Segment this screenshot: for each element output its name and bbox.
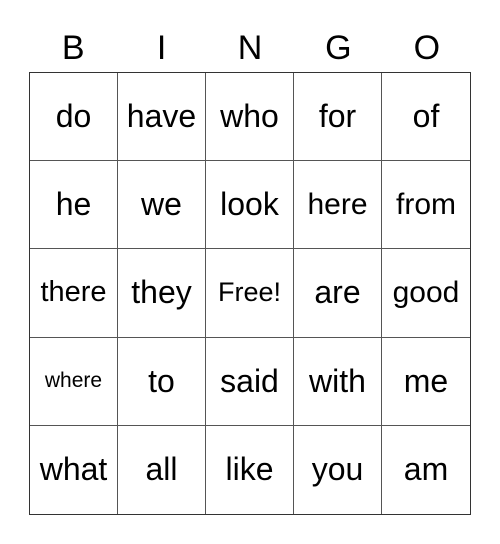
bingo-cell[interactable]: you	[294, 425, 382, 514]
bingo-cell[interactable]: said	[206, 337, 294, 426]
bingo-cell[interactable]: from	[382, 161, 470, 250]
bingo-cell[interactable]: look	[206, 161, 294, 250]
bingo-cell[interactable]: have	[118, 73, 206, 162]
bingo-cell[interactable]: of	[382, 73, 470, 162]
bingo-grid: do have who for of he we look here from …	[29, 72, 471, 515]
bingo-cell[interactable]: what	[30, 425, 118, 514]
bingo-cell[interactable]: who	[206, 73, 294, 162]
bingo-cell[interactable]: they	[118, 249, 206, 338]
bingo-cell[interactable]: do	[30, 73, 118, 162]
bingo-cell[interactable]: there	[30, 249, 118, 338]
bingo-cell[interactable]: for	[294, 73, 382, 162]
header-letter-n: N	[237, 29, 263, 67]
bingo-cell[interactable]: are	[294, 249, 382, 338]
bingo-header: B I N G O	[29, 26, 471, 70]
bingo-cell[interactable]: all	[118, 425, 206, 514]
header-letter-o: O	[413, 29, 441, 67]
bingo-cell[interactable]: where	[30, 337, 118, 426]
bingo-cell[interactable]: with	[294, 337, 382, 426]
bingo-cell[interactable]: we	[118, 161, 206, 250]
bingo-cell[interactable]: here	[294, 161, 382, 250]
bingo-cell[interactable]: good	[382, 249, 470, 338]
bingo-cell[interactable]: me	[382, 338, 470, 426]
header-letter-g: G	[325, 29, 352, 67]
free-space[interactable]: Free!	[206, 249, 294, 338]
bingo-cell[interactable]: am	[382, 426, 470, 514]
bingo-cell[interactable]: to	[118, 337, 206, 426]
header-letter-b: B	[61, 29, 85, 67]
bingo-cell[interactable]: like	[206, 425, 294, 514]
bingo-cell[interactable]: he	[30, 161, 118, 250]
header-letter-i: I	[156, 29, 167, 67]
